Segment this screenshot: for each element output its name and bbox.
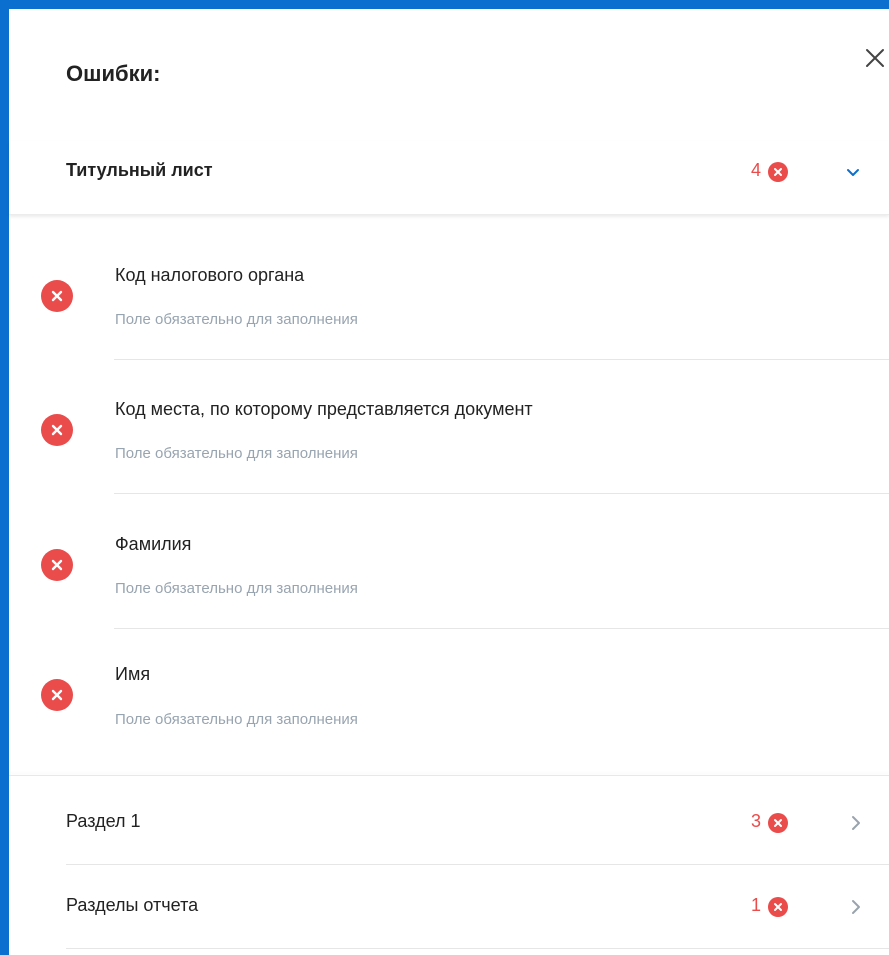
error-badge-icon	[768, 897, 788, 917]
divider	[9, 775, 889, 776]
error-item[interactable]: Код налогового органа Поле обязательно д…	[9, 215, 889, 360]
error-field-name: Код налогового органа	[115, 265, 305, 285]
error-badge-icon	[768, 162, 788, 182]
error-icon	[41, 549, 73, 581]
close-button[interactable]	[860, 43, 889, 73]
error-count: 3	[750, 811, 761, 831]
error-item[interactable]: Код места, по которому представляется до…	[9, 349, 889, 494]
dialog-title: Ошибки:	[66, 61, 161, 86]
error-field-name: Код места, по которому представляется до…	[115, 399, 533, 419]
error-hint: Поле обязательно для заполнения	[115, 311, 358, 328]
section-row-razdel-1[interactable]: Раздел 1 3	[9, 781, 889, 865]
error-icon	[41, 679, 73, 711]
section-header-title-page[interactable]: Титульный лист 4	[9, 141, 889, 215]
chevron-right-icon[interactable]	[848, 899, 864, 915]
error-item[interactable]: Имя Поле обязательно для заполнения	[9, 619, 889, 753]
error-count: 4	[750, 160, 761, 180]
chevron-down-icon[interactable]	[845, 165, 861, 181]
section-label: Титульный лист	[66, 160, 213, 180]
error-icon	[41, 414, 73, 446]
divider	[66, 948, 889, 949]
error-hint: Поле обязательно для заполнения	[115, 580, 358, 597]
section-label: Раздел 1	[66, 811, 141, 831]
section-label: Разделы отчета	[66, 895, 199, 915]
close-icon	[866, 49, 884, 67]
error-field-name: Имя	[115, 664, 151, 684]
section-row-report-sections[interactable]: Разделы отчета 1	[9, 865, 889, 949]
error-item[interactable]: Фамилия Поле обязательно для заполнения	[9, 484, 889, 629]
errors-dialog: Ошибки: Титульный лист 4 Код налогового …	[9, 9, 889, 955]
error-hint: Поле обязательно для заполнения	[115, 445, 358, 462]
error-field-name: Фамилия	[115, 534, 192, 554]
error-hint: Поле обязательно для заполнения	[115, 711, 358, 728]
error-icon	[41, 280, 73, 312]
error-count: 1	[750, 895, 761, 915]
chevron-right-icon[interactable]	[848, 815, 864, 831]
error-badge-icon	[768, 813, 788, 833]
